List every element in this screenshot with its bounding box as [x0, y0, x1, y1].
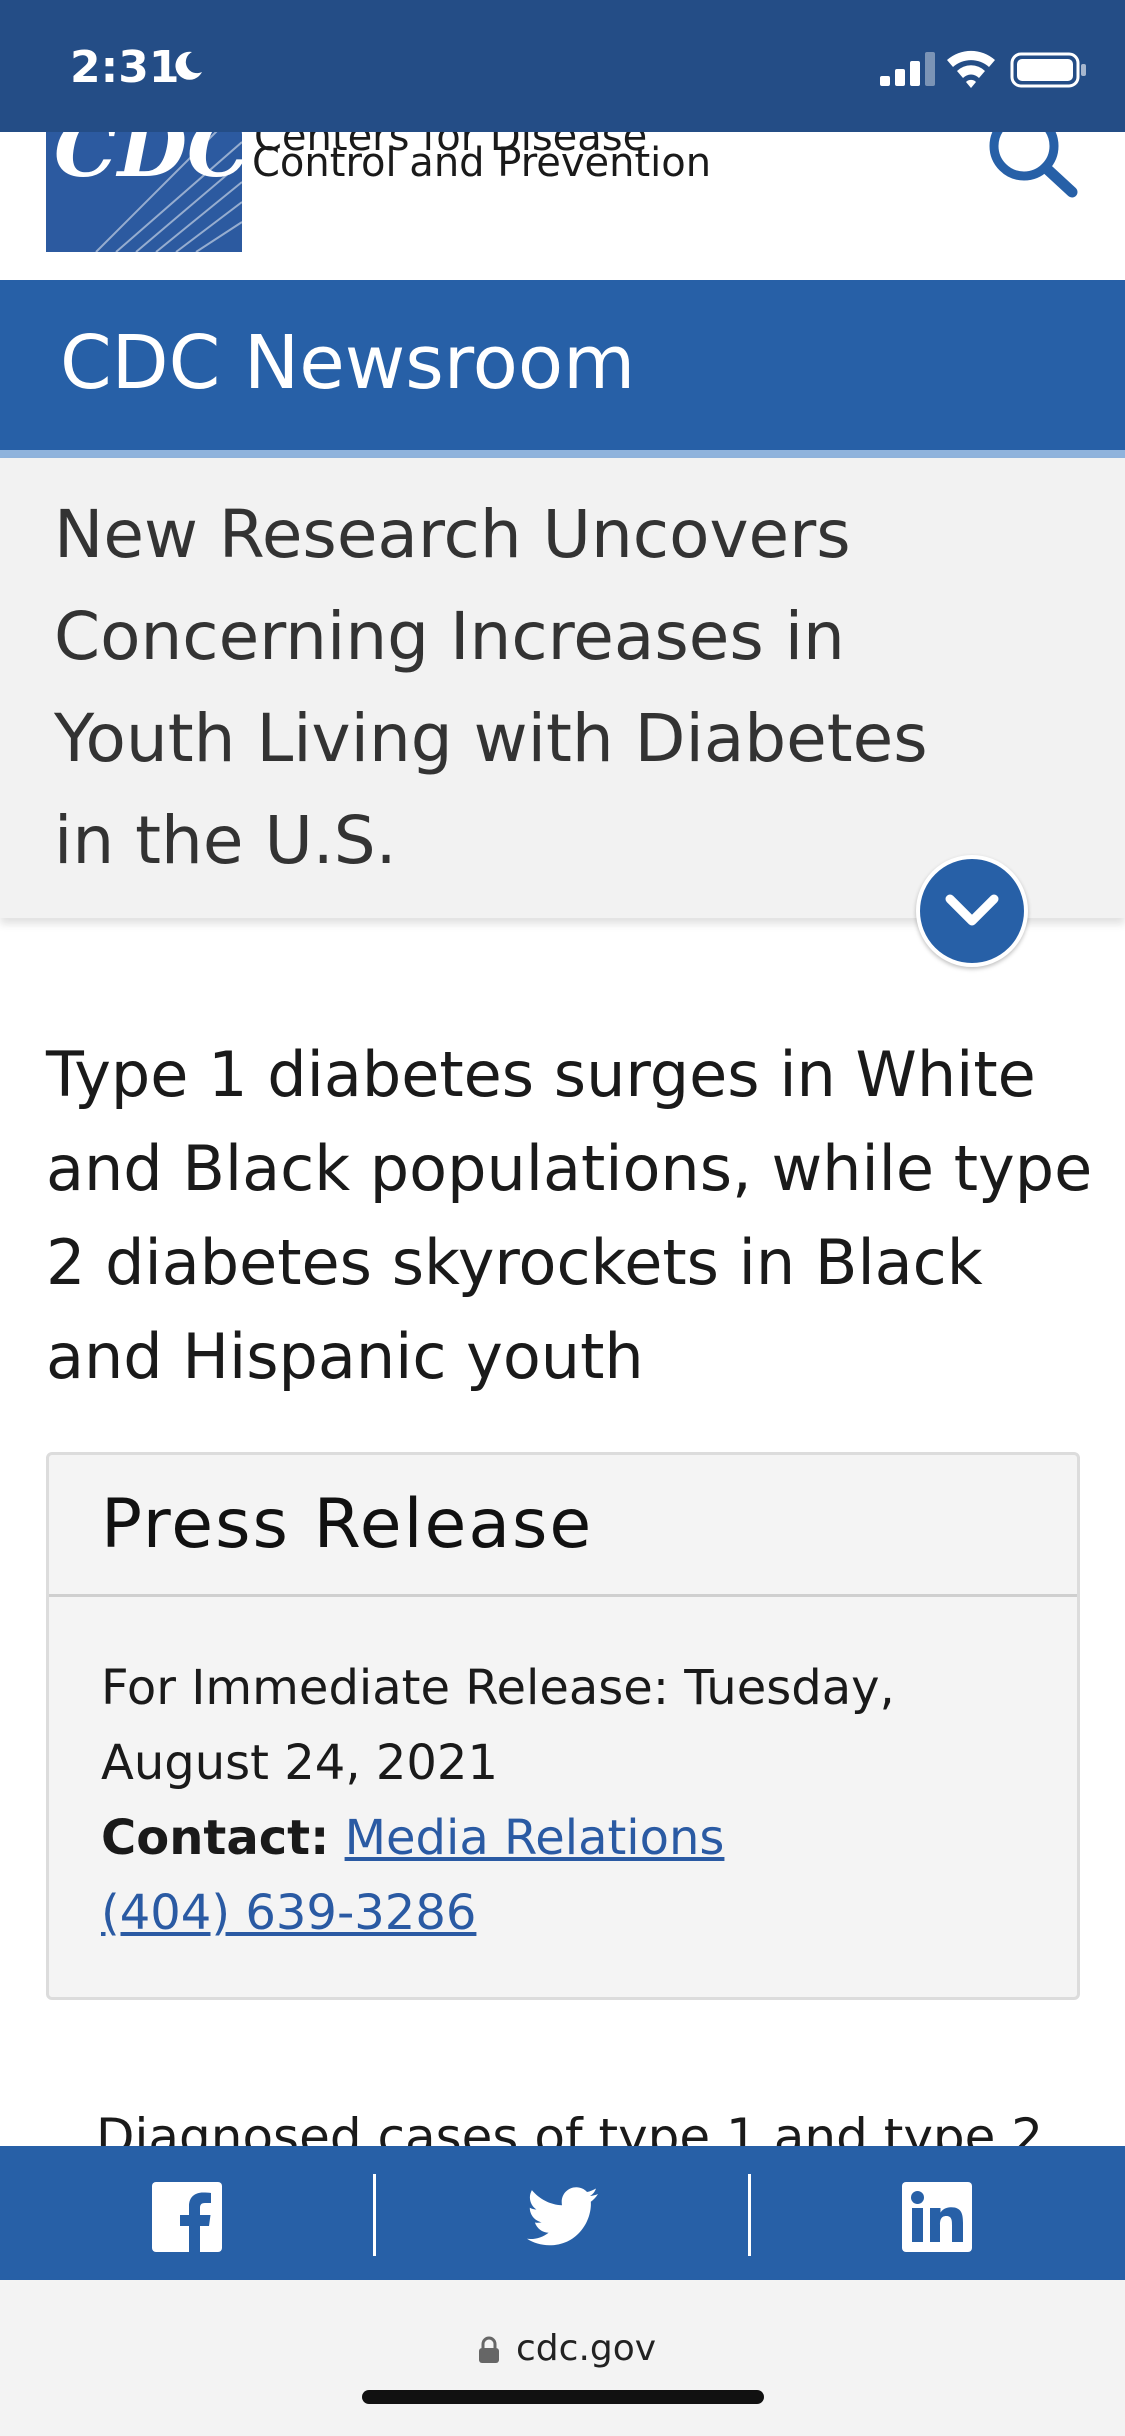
cdc-logo[interactable]: CDC	[46, 132, 242, 252]
status-time: 2:31	[70, 42, 180, 93]
expand-headline-button[interactable]	[916, 855, 1028, 967]
chevron-down-icon	[945, 894, 999, 926]
share-bar	[0, 2146, 1125, 2280]
share-divider	[748, 2174, 751, 2256]
press-release-card: Press Release For Immediate Release: Tue…	[46, 1452, 1080, 2000]
battery-icon	[1010, 52, 1086, 88]
url-text[interactable]: cdc.gov	[516, 2328, 656, 2369]
wifi-icon	[947, 50, 995, 88]
lock-icon	[479, 2336, 499, 2363]
contact-line: Contact: Media Relations	[101, 1801, 1041, 1876]
article-subheading: Type 1 diabetes surges in White and Blac…	[46, 1038, 1093, 1393]
svg-text:CDC: CDC	[54, 132, 242, 195]
newsroom-banner: CDC Newsroom	[0, 280, 1125, 458]
moon-icon	[175, 51, 202, 80]
twitter-icon[interactable]	[526, 2182, 600, 2252]
org-name: Control and Prevention	[252, 140, 712, 186]
press-release-body: For Immediate Release: Tuesday, August 2…	[101, 1651, 1041, 1951]
home-indicator[interactable]	[362, 2390, 764, 2404]
page-title: New Research Uncovers Concerning Increas…	[54, 496, 928, 879]
cellular-signal-icon	[880, 52, 935, 86]
linkedin-icon[interactable]	[902, 2182, 972, 2252]
facebook-icon[interactable]	[152, 2182, 222, 2252]
press-release-title: Press Release	[101, 1485, 594, 1564]
status-bar: 2:31	[0, 0, 1125, 132]
site-header: CDC Centers for Disease Control and Prev…	[0, 132, 1125, 280]
contact-label: Contact:	[101, 1810, 330, 1866]
press-release-header: Press Release	[49, 1455, 1077, 1597]
headline-panel: New Research Uncovers Concerning Increas…	[0, 458, 1125, 918]
phone-link[interactable]: (404) 639-3286	[101, 1885, 476, 1941]
search-icon[interactable]	[984, 132, 1080, 202]
browser-address-bar[interactable]: cdc.gov	[0, 2280, 1125, 2436]
share-divider	[373, 2174, 376, 2256]
newsroom-title[interactable]: CDC Newsroom	[60, 320, 635, 406]
media-relations-link[interactable]: Media Relations	[345, 1810, 725, 1866]
release-date: For Immediate Release: Tuesday, August 2…	[101, 1660, 895, 1791]
phone-line: (404) 639-3286	[101, 1876, 1041, 1951]
